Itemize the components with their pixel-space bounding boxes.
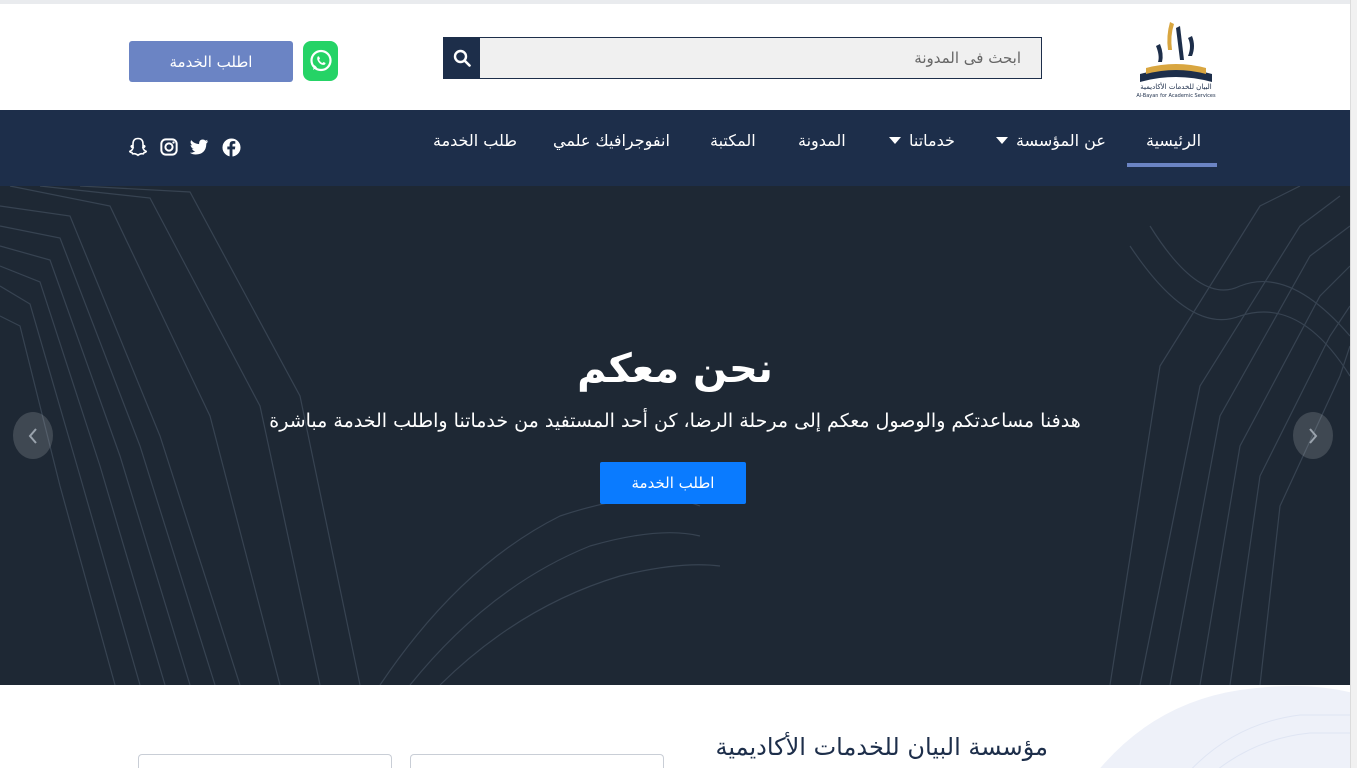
snapchat-icon xyxy=(128,137,148,157)
slider-next-button[interactable] xyxy=(1293,412,1333,459)
search-button[interactable] xyxy=(444,38,480,78)
nav-item-label: المكتبة xyxy=(710,130,756,150)
whatsapp-icon xyxy=(309,49,332,72)
chevron-right-icon xyxy=(1309,427,1318,444)
chevron-down-icon xyxy=(996,136,1008,144)
about-section: مؤسسة البيان للخدمات الأكاديمية xyxy=(0,685,1350,768)
scrollbar[interactable] xyxy=(1350,0,1357,768)
order-service-button[interactable]: اطلب الخدمة xyxy=(129,41,293,82)
nav-item-services[interactable]: خدماتنا xyxy=(889,127,955,153)
nav-item-label: الرئيسية xyxy=(1146,130,1202,150)
search-bar xyxy=(443,37,1042,79)
facebook-icon xyxy=(221,137,241,157)
logo-caption-english: Al-Bayan for Academic Services xyxy=(1136,93,1216,99)
twitter-icon xyxy=(189,139,209,154)
main-nav: الرئيسية عن المؤسسة خدماتنا المدونة المك… xyxy=(0,110,1350,186)
site-header: البيان للخدمات الأكاديمية Al-Bayan for A… xyxy=(0,4,1350,110)
nav-item-blog[interactable]: المدونة xyxy=(798,127,846,153)
nav-item-label: انفوجرافيك علمي xyxy=(553,130,670,150)
nav-item-label: المدونة xyxy=(798,130,846,150)
instagram-icon xyxy=(160,138,178,156)
instagram-link[interactable] xyxy=(158,136,180,158)
nav-item-label: طلب الخدمة xyxy=(433,130,518,150)
hero-slider: نحن معكم هدفنا مساعدتكم والوصول معكم إلى… xyxy=(0,186,1350,685)
decorative-blob xyxy=(1100,686,1350,768)
search-icon xyxy=(453,49,471,67)
twitter-link[interactable] xyxy=(188,136,210,158)
slider-prev-button[interactable] xyxy=(13,412,53,459)
whatsapp-button[interactable] xyxy=(303,41,338,81)
nav-item-about[interactable]: عن المؤسسة xyxy=(996,127,1106,153)
logo-caption-arabic: البيان للخدمات الأكاديمية xyxy=(1140,83,1212,91)
nav-item-request-service[interactable]: طلب الخدمة xyxy=(433,127,517,153)
chevron-left-icon xyxy=(28,427,37,444)
snapchat-link[interactable] xyxy=(127,136,149,158)
nav-active-indicator xyxy=(1127,163,1217,167)
feature-card xyxy=(138,754,392,768)
hero-title: نحن معكم xyxy=(577,346,773,392)
nav-item-library[interactable]: المكتبة xyxy=(710,127,756,153)
nav-item-label: خدماتنا xyxy=(909,130,955,150)
facebook-link[interactable] xyxy=(220,136,242,158)
hero-subtitle: هدفنا مساعدتكم والوصول معكم إلى مرحلة ال… xyxy=(269,410,1081,432)
chevron-down-icon xyxy=(889,136,901,144)
nav-item-infographic[interactable]: انفوجرافيك علمي xyxy=(553,127,670,153)
feature-card xyxy=(410,754,664,768)
hero-background-pattern xyxy=(0,186,1350,685)
search-input[interactable] xyxy=(480,38,1041,78)
about-title: مؤسسة البيان للخدمات الأكاديمية xyxy=(715,733,1048,761)
nav-item-label: عن المؤسسة xyxy=(1016,130,1106,150)
hero-order-button[interactable]: اطلب الخدمة xyxy=(600,462,746,504)
nav-item-home[interactable]: الرئيسية xyxy=(1146,127,1201,153)
